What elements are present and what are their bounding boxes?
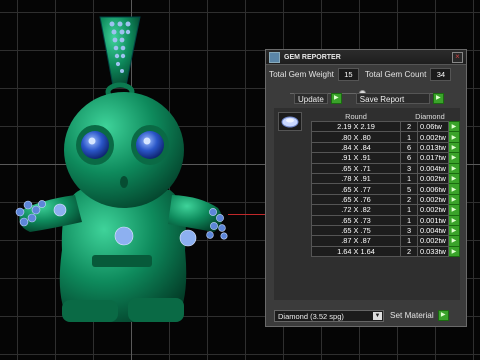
table-row: .65 X .76 2 0.002tw ▶ xyxy=(311,193,460,206)
gem-size-cell: .78 X .91 xyxy=(311,172,401,185)
gem-size-cell: .87 X .87 xyxy=(311,235,401,247)
table-row: .65 X .73 1 0.001tw ▶ xyxy=(311,214,460,226)
select-gem-go-icon[interactable]: ▶ xyxy=(447,141,460,154)
gem-weight-cell: 0.002tw xyxy=(417,172,449,185)
gem-count-cell: 1 xyxy=(400,131,418,143)
select-gem-go-icon[interactable]: ▶ xyxy=(447,204,460,216)
round-gem-icon xyxy=(278,112,302,131)
select-gem-go-icon[interactable]: ▶ xyxy=(447,162,460,174)
total-count-value: 34 xyxy=(430,68,452,81)
set-material-row: Set Material ▶ xyxy=(390,310,449,321)
panel-title: GEM REPORTER xyxy=(284,53,341,61)
gem-count-cell: 3 xyxy=(400,162,418,174)
gem-count-cell: 6 xyxy=(400,152,418,164)
gem-count-cell: 2 xyxy=(400,193,418,206)
gem-size-cell: 2.19 X 2.19 xyxy=(311,120,401,133)
gem-size-cell: .65 X .73 xyxy=(311,214,401,226)
gem-weight-cell: 0.004tw xyxy=(417,224,449,237)
totals-row: Total Gem Weight 15 Total Gem Count 34 xyxy=(269,68,452,81)
gem-weight-cell: 0.002tw xyxy=(417,193,449,206)
gem-reporter-icon xyxy=(269,51,280,63)
select-gem-go-icon[interactable]: ▶ xyxy=(447,120,460,133)
table-row: .91 X .91 6 0.017tw ▶ xyxy=(311,152,460,164)
gem-table: Round Diamond 2.19 X 2.19 2 0.06tw ▶ .80 X .… xyxy=(311,111,460,258)
select-gem-go-icon[interactable]: ▶ xyxy=(447,224,460,237)
gem-count-cell: 2 xyxy=(400,120,418,133)
material-select-value: Diamond (3.52 spg) xyxy=(278,312,344,321)
table-row: .80 X .80 1 0.002tw ▶ xyxy=(311,131,460,143)
gem-weight-cell: 0.002tw xyxy=(417,235,449,247)
gem-size-cell: .65 X .77 xyxy=(311,183,401,195)
gem-size-cell: .65 X .75 xyxy=(311,224,401,237)
gem-table-area: Round Diamond 2.19 X 2.19 2 0.06tw ▶ .80 X .… xyxy=(274,108,460,300)
gem-reporter-panel: GEM REPORTER × Total Gem Weight 15 Total… xyxy=(265,49,467,327)
gem-weight-cell: 0.033tw xyxy=(417,245,449,258)
table-row: .65 X .71 3 0.004tw ▶ xyxy=(311,162,460,174)
select-gem-go-icon[interactable]: ▶ xyxy=(447,131,460,143)
select-gem-go-icon[interactable]: ▶ xyxy=(447,193,460,206)
table-row: .72 X .82 1 0.002tw ▶ xyxy=(311,204,460,216)
close-icon[interactable]: × xyxy=(452,51,463,63)
material-select[interactable]: Diamond (3.52 spg) ▼ xyxy=(274,310,384,322)
save-report-go-icon[interactable]: ▶ xyxy=(432,93,444,104)
update-button[interactable]: Update xyxy=(294,93,328,104)
gem-size-cell: .65 X .71 xyxy=(311,162,401,174)
update-go-icon[interactable]: ▶ xyxy=(330,93,342,104)
column-header-size: Round xyxy=(345,111,367,121)
gem-size-cell: .65 X .76 xyxy=(311,193,401,206)
gem-count-cell: 1 xyxy=(400,204,418,216)
gem-size-cell: .84 X .84 xyxy=(311,141,401,154)
select-gem-go-icon[interactable]: ▶ xyxy=(447,214,460,226)
panel-titlebar[interactable]: GEM REPORTER × xyxy=(266,50,466,65)
total-weight-label: Total Gem Weight xyxy=(269,70,334,79)
gem-weight-cell: 0.002tw xyxy=(417,204,449,216)
table-row: 2.19 X 2.19 2 0.06tw ▶ xyxy=(311,120,460,133)
table-row: 1.64 X 1.64 2 0.033tw ▶ xyxy=(311,245,460,258)
gem-weight-cell: 0.004tw xyxy=(417,162,449,174)
set-material-button[interactable]: Set Material xyxy=(390,311,434,320)
gem-size-cell: .80 X .80 xyxy=(311,131,401,143)
select-gem-go-icon[interactable]: ▶ xyxy=(447,235,460,247)
table-row: .78 X .91 1 0.002tw ▶ xyxy=(311,172,460,185)
column-header-material: Diamond xyxy=(415,111,445,121)
gem-count-cell: 1 xyxy=(400,172,418,185)
gem-count-cell: 2 xyxy=(400,245,418,258)
gem-count-cell: 1 xyxy=(400,214,418,226)
gem-count-cell: 6 xyxy=(400,141,418,154)
save-report-button[interactable]: Save Report xyxy=(355,93,430,104)
select-gem-go-icon[interactable]: ▶ xyxy=(447,183,460,195)
chevron-down-icon[interactable]: ▼ xyxy=(373,312,382,320)
select-gem-go-icon[interactable]: ▶ xyxy=(447,172,460,185)
gem-weight-cell: 0.001tw xyxy=(417,214,449,226)
gem-weight-cell: 0.06tw xyxy=(417,120,449,133)
table-row: .65 X .75 3 0.004tw ▶ xyxy=(311,224,460,237)
total-weight-value: 15 xyxy=(337,68,359,81)
table-row: .65 X .77 5 0.006tw ▶ xyxy=(311,183,460,195)
gem-weight-cell: 0.006tw xyxy=(417,183,449,195)
gem-weight-cell: 0.017tw xyxy=(417,152,449,164)
select-gem-go-icon[interactable]: ▶ xyxy=(447,245,460,258)
gem-weight-cell: 0.002tw xyxy=(417,131,449,143)
gem-size-cell: .72 X .82 xyxy=(311,204,401,216)
table-row: .84 X .84 6 0.013tw ▶ xyxy=(311,141,460,154)
gem-size-cell: 1.64 X 1.64 xyxy=(311,245,401,258)
set-material-go-icon[interactable]: ▶ xyxy=(437,310,449,321)
gem-count-cell: 5 xyxy=(400,183,418,195)
total-count-label: Total Gem Count xyxy=(364,70,427,79)
gem-weight-cell: 0.013tw xyxy=(417,141,449,154)
gem-size-cell: .91 X .91 xyxy=(311,152,401,164)
select-gem-go-icon[interactable]: ▶ xyxy=(447,152,460,164)
gem-count-cell: 1 xyxy=(400,235,418,247)
pendant-character-model[interactable] xyxy=(0,0,260,340)
gem-count-cell: 3 xyxy=(400,224,418,237)
action-row: Update ▶ Save Report ▶ xyxy=(294,93,444,104)
table-row: .87 X .87 1 0.002tw ▶ xyxy=(311,235,460,247)
